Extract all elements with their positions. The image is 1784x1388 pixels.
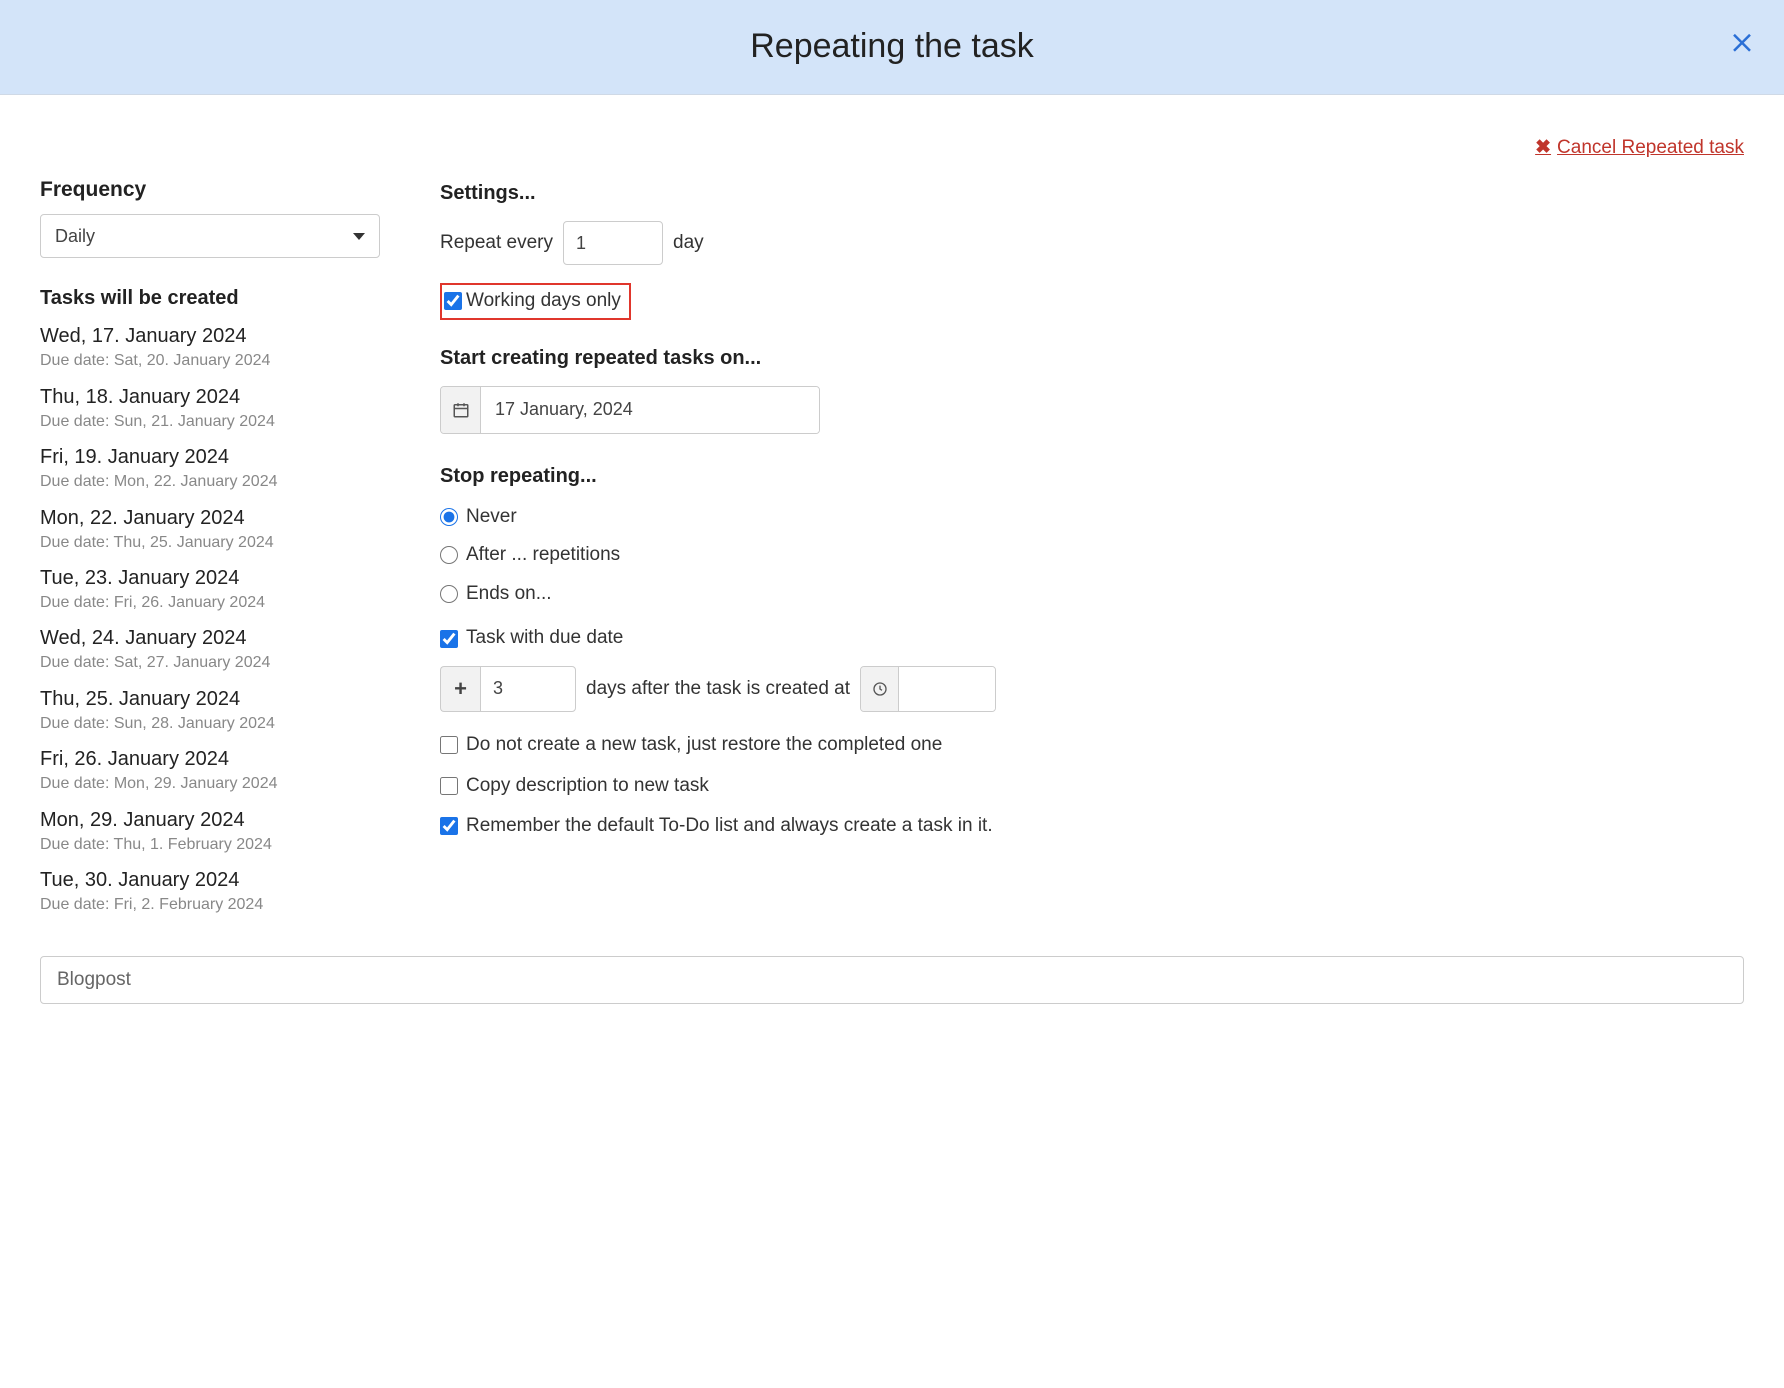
preview-item: Tue, 30. January 2024Due date: Fri, 2. F… <box>40 866 380 916</box>
preview-due: Due date: Sat, 20. January 2024 <box>40 350 380 372</box>
task-due-date-label: Task with due date <box>466 625 623 652</box>
preview-item: Fri, 19. January 2024Due date: Mon, 22. … <box>40 443 380 493</box>
settings-heading: Settings... <box>440 179 1744 207</box>
copy-description-label: Copy description to new task <box>466 773 709 800</box>
preview-date: Mon, 29. January 2024 <box>40 806 380 834</box>
task-due-date-checkbox[interactable] <box>440 630 458 648</box>
clock-icon <box>861 667 899 711</box>
working-days-label: Working days only <box>466 288 621 315</box>
stop-ends-label: Ends on... <box>466 581 552 608</box>
due-days-suffix: days after the task is created at <box>586 676 850 703</box>
plus-icon: + <box>440 666 480 712</box>
frequency-heading: Frequency <box>40 175 380 204</box>
stop-never-label: Never <box>466 504 517 531</box>
preview-date: Fri, 19. January 2024 <box>40 443 380 471</box>
preview-list: Wed, 17. January 2024Due date: Sat, 20. … <box>40 322 380 916</box>
preview-due: Due date: Thu, 1. February 2024 <box>40 834 380 856</box>
start-date-value: 17 January, 2024 <box>481 387 819 433</box>
preview-date: Thu, 25. January 2024 <box>40 685 380 713</box>
preview-due: Due date: Sat, 27. January 2024 <box>40 652 380 674</box>
working-days-checkbox[interactable] <box>444 292 462 310</box>
preview-item: Thu, 18. January 2024Due date: Sun, 21. … <box>40 383 380 433</box>
preview-item: Wed, 17. January 2024Due date: Sat, 20. … <box>40 322 380 372</box>
frequency-selected-value: Daily <box>55 224 95 249</box>
preview-date: Tue, 23. January 2024 <box>40 564 380 592</box>
repeat-every-input[interactable] <box>563 221 663 265</box>
chevron-down-icon <box>353 233 365 240</box>
preview-due: Due date: Thu, 25. January 2024 <box>40 532 380 554</box>
stop-never-radio[interactable] <box>440 508 458 526</box>
dialog-title: Repeating the task <box>750 23 1034 71</box>
preview-item: Thu, 25. January 2024Due date: Sun, 28. … <box>40 685 380 735</box>
task-name-input[interactable] <box>40 956 1744 1004</box>
preview-date: Wed, 17. January 2024 <box>40 322 380 350</box>
preview-due: Due date: Fri, 26. January 2024 <box>40 592 380 614</box>
preview-date: Tue, 30. January 2024 <box>40 866 380 894</box>
preview-heading: Tasks will be created <box>40 284 380 312</box>
stop-after-radio[interactable] <box>440 546 458 564</box>
stop-after-label: After ... repetitions <box>466 542 620 569</box>
restore-task-checkbox[interactable] <box>440 736 458 754</box>
start-heading: Start creating repeated tasks on... <box>440 344 1744 372</box>
cancel-repeated-task-link[interactable]: ✖ Cancel Repeated task <box>1535 135 1744 162</box>
remember-list-checkbox[interactable] <box>440 817 458 835</box>
preview-item: Fri, 26. January 2024Due date: Mon, 29. … <box>40 745 380 795</box>
preview-due: Due date: Mon, 22. January 2024 <box>40 471 380 493</box>
preview-due: Due date: Mon, 29. January 2024 <box>40 773 380 795</box>
cancel-link-label: Cancel Repeated task <box>1557 135 1744 162</box>
preview-item: Mon, 22. January 2024Due date: Thu, 25. … <box>40 504 380 554</box>
preview-date: Thu, 18. January 2024 <box>40 383 380 411</box>
stop-heading: Stop repeating... <box>440 462 1744 490</box>
remember-list-label: Remember the default To-Do list and alwa… <box>466 813 993 840</box>
due-days-input[interactable] <box>480 666 576 712</box>
preview-date: Wed, 24. January 2024 <box>40 624 380 652</box>
cancel-x-icon: ✖ <box>1535 135 1551 162</box>
preview-date: Mon, 22. January 2024 <box>40 504 380 532</box>
repeat-unit-label: day <box>673 230 704 257</box>
preview-item: Wed, 24. January 2024Due date: Sat, 27. … <box>40 624 380 674</box>
repeat-every-label: Repeat every <box>440 230 553 257</box>
frequency-select[interactable]: Daily <box>40 214 380 258</box>
dialog-header: Repeating the task <box>0 0 1784 95</box>
preview-due: Due date: Sun, 21. January 2024 <box>40 411 380 433</box>
close-icon <box>1730 31 1754 55</box>
preview-date: Fri, 26. January 2024 <box>40 745 380 773</box>
close-button[interactable] <box>1730 31 1754 64</box>
copy-description-checkbox[interactable] <box>440 777 458 795</box>
working-days-highlight: Working days only <box>440 283 631 320</box>
start-date-input[interactable]: 17 January, 2024 <box>440 386 820 434</box>
preview-due: Due date: Sun, 28. January 2024 <box>40 713 380 735</box>
preview-item: Tue, 23. January 2024Due date: Fri, 26. … <box>40 564 380 614</box>
preview-due: Due date: Fri, 2. February 2024 <box>40 894 380 916</box>
due-time-input[interactable] <box>860 666 996 712</box>
calendar-icon <box>441 387 481 433</box>
stop-ends-radio[interactable] <box>440 585 458 603</box>
preview-item: Mon, 29. January 2024Due date: Thu, 1. F… <box>40 806 380 856</box>
restore-task-label: Do not create a new task, just restore t… <box>466 732 942 759</box>
